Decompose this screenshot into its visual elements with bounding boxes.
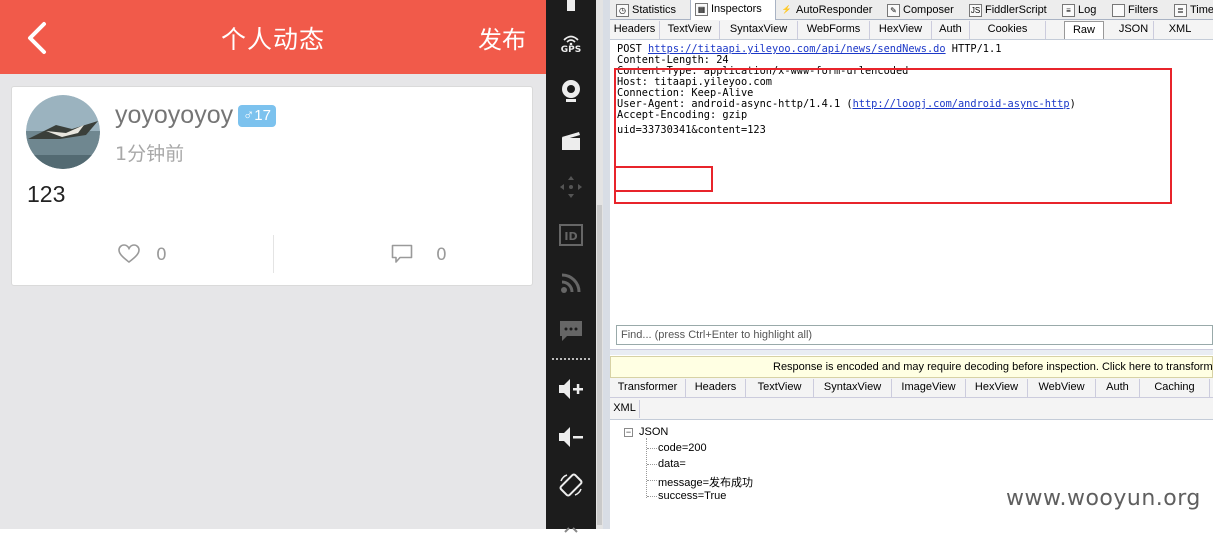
heart-icon[interactable] — [118, 244, 140, 264]
tab-fiddlerscript[interactable]: JS FiddlerScript — [965, 1, 1053, 20]
gps-button[interactable]: GPS — [546, 28, 596, 62]
collapse-icon[interactable]: − — [624, 428, 633, 437]
response-tab-bar: Transformer Headers TextView SyntaxView … — [610, 378, 1213, 398]
resp-tab-textview[interactable]: TextView — [746, 379, 814, 397]
rss-icon[interactable] — [546, 266, 596, 300]
window-border — [603, 0, 610, 529]
splitter[interactable] — [610, 349, 1213, 355]
svg-text:ID: ID — [564, 230, 577, 243]
raw-request-view[interactable]: POST https://titaapi.yileyoo.com/api/new… — [614, 40, 1213, 323]
req-tab-auth[interactable]: Auth — [932, 21, 970, 39]
highlight-box-uid — [614, 166, 713, 192]
script-icon: JS — [969, 4, 982, 17]
rotate-icon[interactable] — [546, 468, 596, 502]
json-node-data[interactable]: data= — [658, 458, 686, 470]
req-tab-webforms[interactable]: WebForms — [798, 21, 870, 39]
gps-label: GPS — [560, 45, 582, 55]
app-bar: 个人动态 发布 — [0, 0, 546, 74]
like-count: 0 — [156, 245, 167, 265]
emulator-scroll-thumb[interactable] — [597, 205, 602, 525]
avatar[interactable] — [26, 95, 100, 169]
lightning-icon: ⚡ — [781, 5, 792, 14]
tree-line — [646, 438, 647, 498]
main-tab-bar: ◷ Statistics ▦ Inspectors ⚡ AutoResponder ✎… — [610, 0, 1213, 21]
tab-composer[interactable]: ✎ Composer — [883, 1, 965, 20]
gender-age-badge: ♂17 — [238, 105, 276, 127]
req-tab-xml[interactable]: XML — [1162, 21, 1198, 39]
age-value: 17 — [254, 107, 271, 124]
tab-statistics[interactable]: ◷ Statistics — [612, 1, 688, 20]
resp-tab-syntaxview[interactable]: SyntaxView — [814, 379, 892, 397]
resp-tab-imageview[interactable]: ImageView — [892, 379, 966, 397]
resp-tab-auth[interactable]: Auth — [1096, 379, 1140, 397]
fiddler-window: ◷ Statistics ▦ Inspectors ⚡ AutoResponder ✎… — [610, 0, 1213, 529]
filters-checkbox-icon — [1112, 4, 1125, 17]
action-divider — [273, 235, 274, 273]
tab-log[interactable]: ≡ Log — [1058, 1, 1104, 20]
publish-button[interactable]: 发布 — [478, 20, 526, 55]
dpad-icon[interactable] — [546, 170, 596, 204]
tab-filters[interactable]: Filters — [1108, 1, 1170, 20]
page-title: 个人动态 — [220, 25, 325, 54]
phone-screen: 个人动态 发布 yoyoyoyoy ♂17 1分钟前 123 0 0 — [0, 0, 546, 529]
post-card: yoyoyoyoy ♂17 1分钟前 123 0 0 — [11, 86, 533, 286]
watermark: www.wooyun.org — [1006, 486, 1201, 511]
req-tab-json[interactable]: JSON — [1114, 21, 1154, 39]
json-node-message[interactable]: message=发布成功 — [658, 474, 753, 490]
post-content: 123 — [27, 181, 66, 207]
emulator-toolbar: GPS ID — [546, 0, 596, 533]
resp-tab-headers[interactable]: Headers — [686, 379, 746, 397]
req-tab-syntaxview[interactable]: SyntaxView — [720, 21, 798, 39]
gender-male-icon: ♂ — [243, 107, 255, 124]
inspectors-icon: ▦ — [695, 3, 708, 16]
comment-count: 0 — [436, 245, 447, 265]
resp-tab-webview[interactable]: WebView — [1028, 379, 1096, 397]
comment-icon[interactable] — [391, 244, 413, 264]
resp-tab-transformer[interactable]: Transformer — [610, 379, 686, 397]
volume-down-icon[interactable] — [546, 420, 596, 454]
clock-icon: ◷ — [616, 4, 629, 17]
webcam-icon[interactable] — [546, 74, 596, 108]
resp-tab-xml[interactable]: XML — [610, 400, 640, 418]
req-tab-textview[interactable]: TextView — [660, 21, 720, 39]
username[interactable]: yoyoyoyoy — [115, 101, 233, 130]
req-tab-raw[interactable]: Raw — [1064, 21, 1104, 39]
req-tab-hexview[interactable]: HexView — [870, 21, 932, 39]
json-node-code[interactable]: code=200 — [658, 442, 707, 454]
post-time: 1分钟前 — [115, 143, 185, 165]
volume-up-icon[interactable] — [546, 372, 596, 406]
tab-autoresponder[interactable]: ⚡ AutoResponder — [776, 1, 880, 20]
sms-icon[interactable] — [546, 314, 596, 348]
clapperboard-icon[interactable] — [546, 124, 596, 158]
json-node-success[interactable]: success=True — [658, 490, 726, 502]
resize-icon[interactable] — [546, 512, 596, 546]
composer-icon: ✎ — [887, 4, 900, 17]
resp-tab-hexview[interactable]: HexView — [966, 379, 1028, 397]
response-encoded-notice[interactable]: Response is encoded and may require deco… — [610, 356, 1213, 378]
toolbar-separator — [552, 358, 590, 360]
tab-inspectors[interactable]: ▦ Inspectors — [690, 0, 776, 21]
request-tab-bar: Headers TextView SyntaxView WebForms Hex… — [610, 20, 1213, 40]
response-tab-bar-row2: XML — [610, 398, 1213, 420]
tab-timeline[interactable]: ≣ Time — [1170, 1, 1213, 20]
log-icon: ≡ — [1062, 4, 1075, 17]
find-input[interactable]: Find... (press Ctrl+Enter to highlight a… — [616, 325, 1213, 345]
resp-tab-caching[interactable]: Caching — [1140, 379, 1210, 397]
json-root-node[interactable]: JSON — [639, 426, 668, 438]
req-tab-headers[interactable]: Headers — [610, 21, 660, 39]
json-tree: − JSON code=200 data= message=发布成功 succe… — [622, 424, 1212, 529]
timeline-icon: ≣ — [1174, 4, 1187, 17]
power-icon[interactable] — [546, 0, 596, 18]
req-tab-cookies[interactable]: Cookies — [970, 21, 1046, 39]
id-icon[interactable]: ID — [546, 218, 596, 252]
wifi-icon — [563, 35, 579, 45]
